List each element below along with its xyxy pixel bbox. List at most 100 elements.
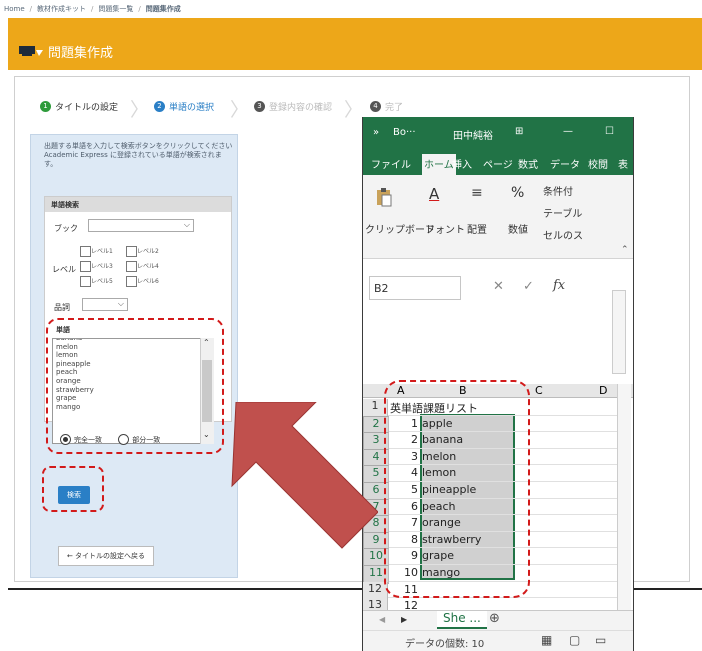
excel-title-bar: » Bo··· 田中純裕 ⊞ — ☐ [363,117,633,151]
book-select[interactable]: ⌵ [88,219,194,232]
name-box[interactable]: B2 [369,276,461,300]
user-name: 田中純裕 [453,131,493,142]
quick-access-icon[interactable]: » [373,127,379,138]
tab-data[interactable]: データ [550,156,580,171]
annotation-word-box [46,318,224,454]
level-text: レベル2 [137,248,159,255]
checkbox[interactable] [80,246,91,257]
page-layout-icon[interactable]: ▢ [569,633,580,647]
checkbox[interactable] [126,246,137,257]
workbook-icon [19,46,43,56]
annotation-search-button [42,466,104,512]
scroll-left-icon[interactable]: ◀ [379,615,385,624]
tab-review[interactable]: 校閲 [588,156,608,171]
step-label: 完了 [385,102,404,113]
level-label: レベル [52,265,76,274]
formula-scrollbar[interactable] [612,290,626,374]
level-text: レベル5 [91,278,113,285]
step-number: 1 [40,100,51,112]
excel-ribbon: クリップボード A フォント ≡ 配置 % 数値 条件付 テーブル セルのス ⌃ [363,175,633,259]
breadcrumb-home[interactable]: Home [4,5,25,13]
number-group[interactable]: 数値 [508,221,528,236]
formula-bar: ✕ ✓ fx [463,276,597,300]
breadcrumb-current: 問題集作成 [145,5,181,13]
level-3-option[interactable]: レベル3 [80,261,113,272]
vertical-scrollbar[interactable] [617,384,631,610]
column-header-d[interactable]: D [599,384,607,397]
scroll-right-icon[interactable]: ▶ [401,615,407,624]
step-label: タイトルの設定 [55,102,119,113]
level-text: レベル3 [91,263,113,270]
search-form-header: 単語検索 [45,197,231,212]
level-checkboxes: レベル1 レベル2 レベル3 レベル4 レベル5 レベル6 [80,246,200,288]
step-3: 3 登録内容の確認 [254,96,332,116]
page-title: 問題集作成 [48,46,114,61]
status-bar: データの個数: 10 ▦ ▢ ▭ [363,630,633,651]
ribbon-display-icon[interactable]: ⊞ [515,126,523,137]
level-6-option[interactable]: レベル6 [126,276,159,287]
tab-insert[interactable]: 挿入 [452,156,472,171]
excel-ribbon-tabs: ファイル ホーム 挿入 ページ 数式 データ 校閲 表 [363,151,633,175]
step-number: 2 [154,100,165,112]
collapse-ribbon-icon[interactable]: ⌃ [621,245,629,255]
book-label: ブック [54,224,78,233]
chevron-down-icon: ⌵ [183,220,190,229]
sheet-tab-bar: ◀ ▶ She ... ⊕ [363,610,633,630]
step-number: 3 [254,100,265,112]
minimize-icon[interactable]: — [563,126,573,137]
chevron-right-icon: 〉 [230,99,250,121]
level-2-option[interactable]: レベル2 [126,246,159,257]
level-1-option[interactable]: レベル1 [80,246,113,257]
percent-icon[interactable]: % [511,185,524,201]
page-break-icon[interactable]: ▭ [595,633,606,647]
checkbox[interactable] [80,276,91,287]
paste-icon[interactable] [375,187,393,207]
function-icon[interactable]: fx [553,278,565,293]
level-text: レベル1 [91,248,113,255]
back-to-title-button[interactable]: ← タイトルの設定へ戻る [58,546,154,566]
step-2[interactable]: 2 単語の選択 [154,96,214,116]
pos-select[interactable]: ⌵ [82,298,128,311]
chevron-right-icon: 〉 [130,99,150,121]
step-label: 登録内容の確認 [269,102,333,113]
font-group[interactable]: フォント [425,221,465,236]
font-icon[interactable]: A [429,185,439,203]
checkbox[interactable] [80,261,91,272]
breadcrumb-list[interactable]: 問題集一覧 [98,5,133,13]
alignment-group[interactable]: 配置 [467,221,487,236]
level-text: レベル4 [137,263,159,270]
cancel-icon[interactable]: ✕ [493,279,504,294]
step-label: 単語の選択 [169,102,215,113]
column-header-c[interactable]: C [535,384,543,397]
breadcrumb: Home / 教材作成キット / 問題集一覧 / 問題集作成 [4,5,181,13]
instructions-text: 出題する単語を入力して検索ボタンをクリックしてください Academic Exp… [44,142,233,168]
enter-icon[interactable]: ✓ [523,279,534,294]
add-sheet-icon[interactable]: ⊕ [489,611,500,626]
conditional-format-button[interactable]: 条件付 [543,183,573,198]
tab-view[interactable]: 表 [618,156,628,171]
level-5-option[interactable]: レベル5 [80,276,113,287]
sheet-tab[interactable]: She ... [437,611,487,629]
level-4-option[interactable]: レベル4 [126,261,159,272]
cell-styles-button[interactable]: セルのス [543,227,583,242]
annotation-word-list [384,380,530,598]
tab-file[interactable]: ファイル [371,156,411,171]
normal-view-icon[interactable]: ▦ [541,633,552,647]
step-1[interactable]: 1 タイトルの設定 [40,96,118,116]
checkbox[interactable] [126,261,137,272]
maximize-icon[interactable]: ☐ [605,126,614,137]
checkbox[interactable] [126,276,137,287]
format-table-button[interactable]: テーブル [543,205,582,220]
tab-home[interactable]: ホーム [422,154,456,175]
step-number: 4 [370,100,381,112]
pointing-arrow-icon [231,402,378,549]
align-icon[interactable]: ≡ [471,185,483,201]
tab-formulas[interactable]: 数式 [518,156,538,171]
breadcrumb-kit[interactable]: 教材作成キット [37,5,86,13]
chevron-down-icon: ⌵ [117,299,124,308]
tab-page-layout[interactable]: ページ [483,156,513,171]
chevron-right-icon: 〉 [344,99,364,121]
step-indicator: 1 タイトルの設定 〉 2 単語の選択 〉 3 登録内容の確認 〉 4 完了 [40,96,440,121]
workbook-name: Bo··· [393,127,416,138]
level-text: レベル6 [137,278,159,285]
